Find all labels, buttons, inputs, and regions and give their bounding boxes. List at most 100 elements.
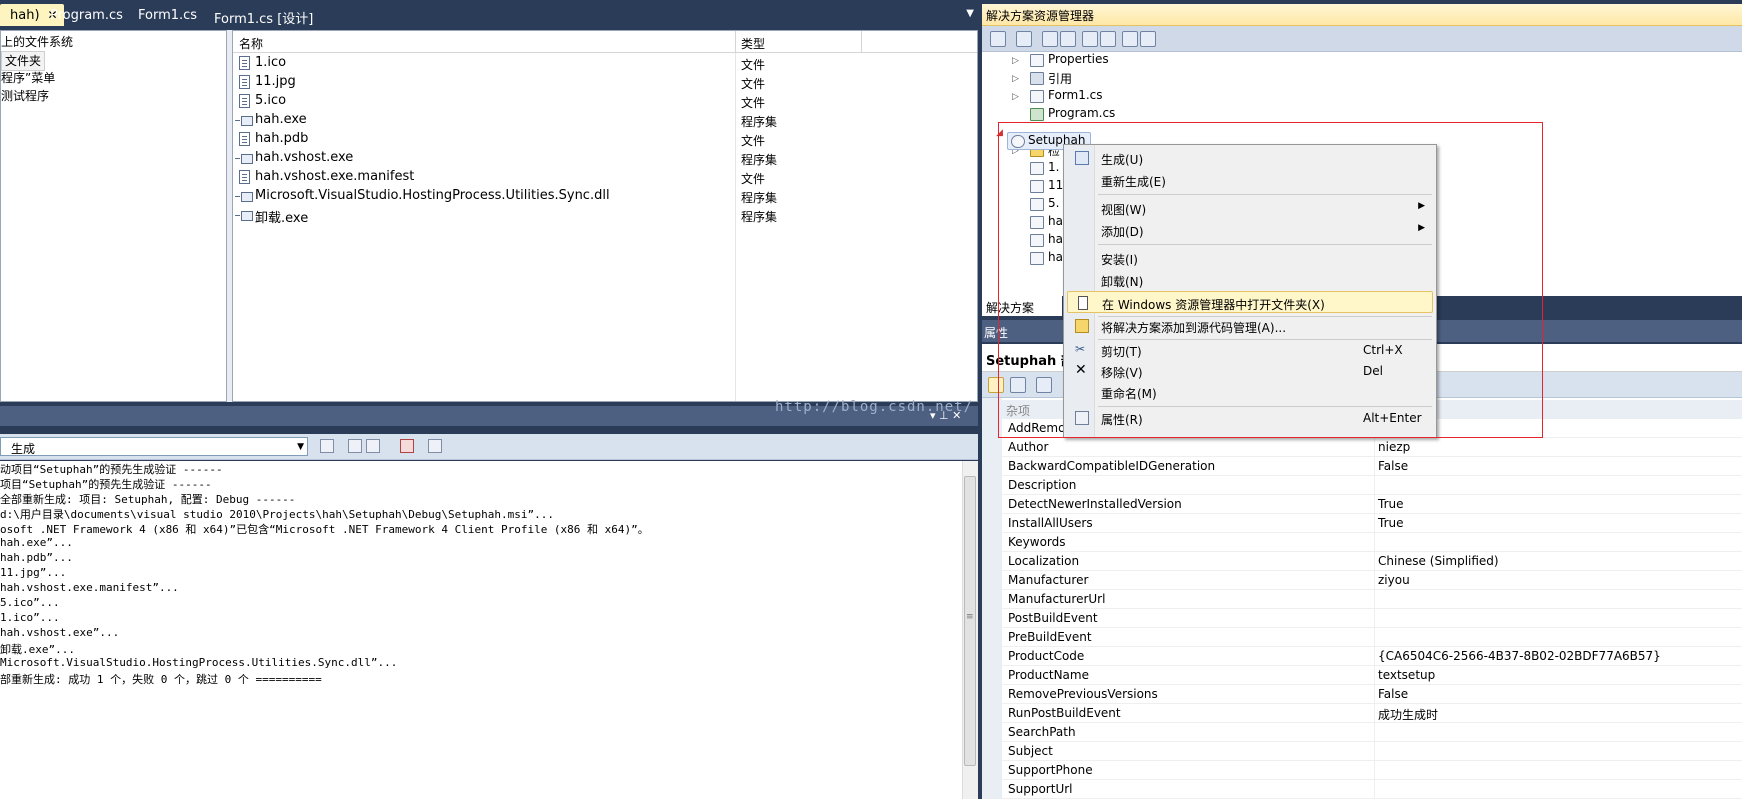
output-window-buttons[interactable]: ▾ ⊥ ✕	[930, 409, 961, 422]
next-message-icon[interactable]	[366, 439, 380, 453]
property-row[interactable]: PostBuildEvent	[1002, 609, 1742, 628]
tree-item-test-program[interactable]: 测试程序	[1, 87, 49, 107]
tree-item-programs-menu[interactable]: 程序”菜单	[1, 69, 55, 89]
file-row[interactable]: Microsoft.VisualStudio.HostingProcess.Ut…	[233, 186, 977, 207]
property-row[interactable]: SupportUrl	[1002, 780, 1742, 799]
tree-node-form1-cs[interactable]: Form1.cs	[1048, 88, 1103, 106]
output-toolbar: 生成 ▼	[0, 434, 978, 460]
file-name: 卸载.exe	[255, 211, 309, 226]
assembly-icon	[235, 192, 253, 202]
file-row[interactable]: hah.vshost.exe 程序集	[233, 148, 977, 169]
property-row[interactable]: PreBuildEvent	[1002, 628, 1742, 647]
file-row[interactable]: 卸载.exe 程序集	[233, 205, 977, 226]
property-value: True	[1378, 497, 1404, 511]
show-all-files-icon[interactable]	[1016, 31, 1032, 47]
output-source-select[interactable]: 生成 ▼	[0, 437, 308, 456]
property-row[interactable]: Localization Chinese (Simplified)	[1002, 552, 1742, 571]
property-value: True	[1378, 516, 1404, 530]
clear-all-icon[interactable]	[400, 439, 414, 453]
file-row[interactable]: hah.vshost.exe.manifest 文件	[233, 167, 977, 188]
tree-node-properties[interactable]: Properties	[1048, 52, 1109, 70]
tab-form1-designer[interactable]: Form1.cs [设计]	[204, 4, 323, 27]
tab-label: Form1.cs	[138, 8, 198, 23]
properties-icon[interactable]	[990, 31, 1006, 47]
property-name: ProductCode	[1008, 649, 1085, 663]
property-grid-gutter	[982, 398, 1002, 799]
property-row[interactable]: BackwardCompatibleIDGeneration False	[1002, 457, 1742, 476]
output-line: hah.exe”...	[0, 536, 73, 549]
property-name: Manufacturer	[1008, 573, 1089, 587]
property-row[interactable]: Manufacturer ziyou	[1002, 571, 1742, 590]
file-icon	[239, 132, 250, 146]
property-row[interactable]: RunPostBuildEvent 成功生成时	[1002, 704, 1742, 723]
tab-form1-cs[interactable]: Form1.cs	[128, 4, 207, 26]
file-type: 程序集	[741, 191, 778, 205]
property-name: ManufacturerUrl	[1008, 592, 1106, 606]
property-row[interactable]: ManufacturerUrl	[1002, 590, 1742, 609]
property-row[interactable]: Subject	[1002, 742, 1742, 761]
file-name: 5.ico	[255, 93, 287, 108]
custom-actions-editor-icon[interactable]	[1122, 31, 1138, 47]
property-row[interactable]: DetectNewerInstalledVersion True	[1002, 495, 1742, 514]
file-row[interactable]: hah.pdb 文件	[233, 129, 977, 150]
expand-arrow-icon[interactable]: ▷	[1012, 92, 1019, 102]
csharp-file-icon	[1030, 108, 1044, 121]
property-row[interactable]: SearchPath	[1002, 723, 1742, 742]
file-types-editor-icon[interactable]	[1082, 31, 1098, 47]
property-row[interactable]: SupportPhone	[1002, 761, 1742, 780]
file-icon	[239, 94, 250, 108]
tree-item-file-system-root[interactable]: 上的文件系统	[1, 33, 73, 53]
tree-node-references[interactable]: 引用	[1048, 70, 1072, 88]
column-divider[interactable]	[735, 31, 736, 53]
property-row[interactable]: Keywords	[1002, 533, 1742, 552]
output-text-area[interactable]: 动项目“Setuphah”的预先生成验证 ------ 项目“Setuphah”…	[0, 461, 962, 799]
property-row[interactable]: Description	[1002, 476, 1742, 495]
user-interface-editor-icon[interactable]	[1100, 31, 1116, 47]
column-header-type[interactable]: 类型	[741, 35, 765, 52]
tree-item-label: 上的文件系统	[1, 35, 74, 49]
properties-folder-icon	[1030, 54, 1044, 67]
output-line: 部重新生成: 成功 1 个，失败 0 个，跳过 0 个 ==========	[0, 673, 322, 686]
form-file-icon	[1030, 90, 1044, 103]
file-type: 文件	[741, 58, 766, 72]
tab-program-cs[interactable]: Program.cs	[40, 4, 133, 26]
file-name: hah.vshost.exe	[255, 150, 354, 165]
tab-list-dropdown-icon[interactable]: ▼	[966, 8, 974, 19]
file-name: 11.jpg	[255, 74, 296, 89]
file-row[interactable]: 1.ico 文件	[233, 53, 977, 74]
solution-explorer-toolbar	[982, 26, 1742, 52]
expand-arrow-icon[interactable]: ▷	[1012, 74, 1019, 84]
column-divider[interactable]	[861, 31, 862, 53]
column-header-name[interactable]: 名称	[239, 35, 263, 52]
tree-item-application-folder[interactable]: 文件夹	[1, 51, 46, 71]
file-system-editor-icon[interactable]	[1042, 31, 1058, 47]
solution-explorer-title-bar[interactable]: 解决方案资源管理器	[982, 4, 1742, 26]
file-type: 程序集	[741, 210, 778, 224]
file-type: 文件	[741, 96, 766, 110]
property-row[interactable]: ProductName textsetup	[1002, 666, 1742, 685]
launch-conditions-editor-icon[interactable]	[1140, 31, 1156, 47]
word-wrap-icon[interactable]	[428, 439, 442, 453]
output-line: 卸载.exe”...	[0, 643, 75, 656]
output-line: hah.vshost.exe.manifest”...	[0, 581, 179, 594]
property-name: ProductName	[1008, 668, 1089, 682]
assembly-icon	[235, 154, 253, 164]
file-row[interactable]: 5.ico 文件	[233, 91, 977, 112]
property-row[interactable]: RemovePreviousVersions False	[1002, 685, 1742, 704]
registry-editor-icon[interactable]	[1060, 31, 1076, 47]
file-row[interactable]: 11.jpg 文件	[233, 72, 977, 93]
file-row[interactable]: hah.exe 程序集	[233, 110, 977, 131]
property-row[interactable]: InstallAllUsers True	[1002, 514, 1742, 533]
goto-line-icon[interactable]	[320, 439, 334, 453]
property-name: InstallAllUsers	[1008, 516, 1093, 530]
solution-explorer-title: 解决方案资源管理器	[986, 9, 1095, 23]
document-tab-strip: hah) ✕ Program.cs Form1.cs Form1.cs [设计]…	[0, 0, 978, 27]
scroll-grip-icon: ≡	[966, 612, 974, 622]
expand-arrow-icon[interactable]: ▷	[1012, 56, 1019, 66]
property-row[interactable]: Author niezp	[1002, 438, 1742, 457]
property-value: False	[1378, 687, 1409, 701]
file-type: 文件	[741, 134, 766, 148]
property-row[interactable]: ProductCode {CA6504C6-2566-4B37-8B02-02BD…	[1002, 647, 1742, 666]
file-icon	[239, 170, 250, 184]
previous-message-icon[interactable]	[348, 439, 362, 453]
